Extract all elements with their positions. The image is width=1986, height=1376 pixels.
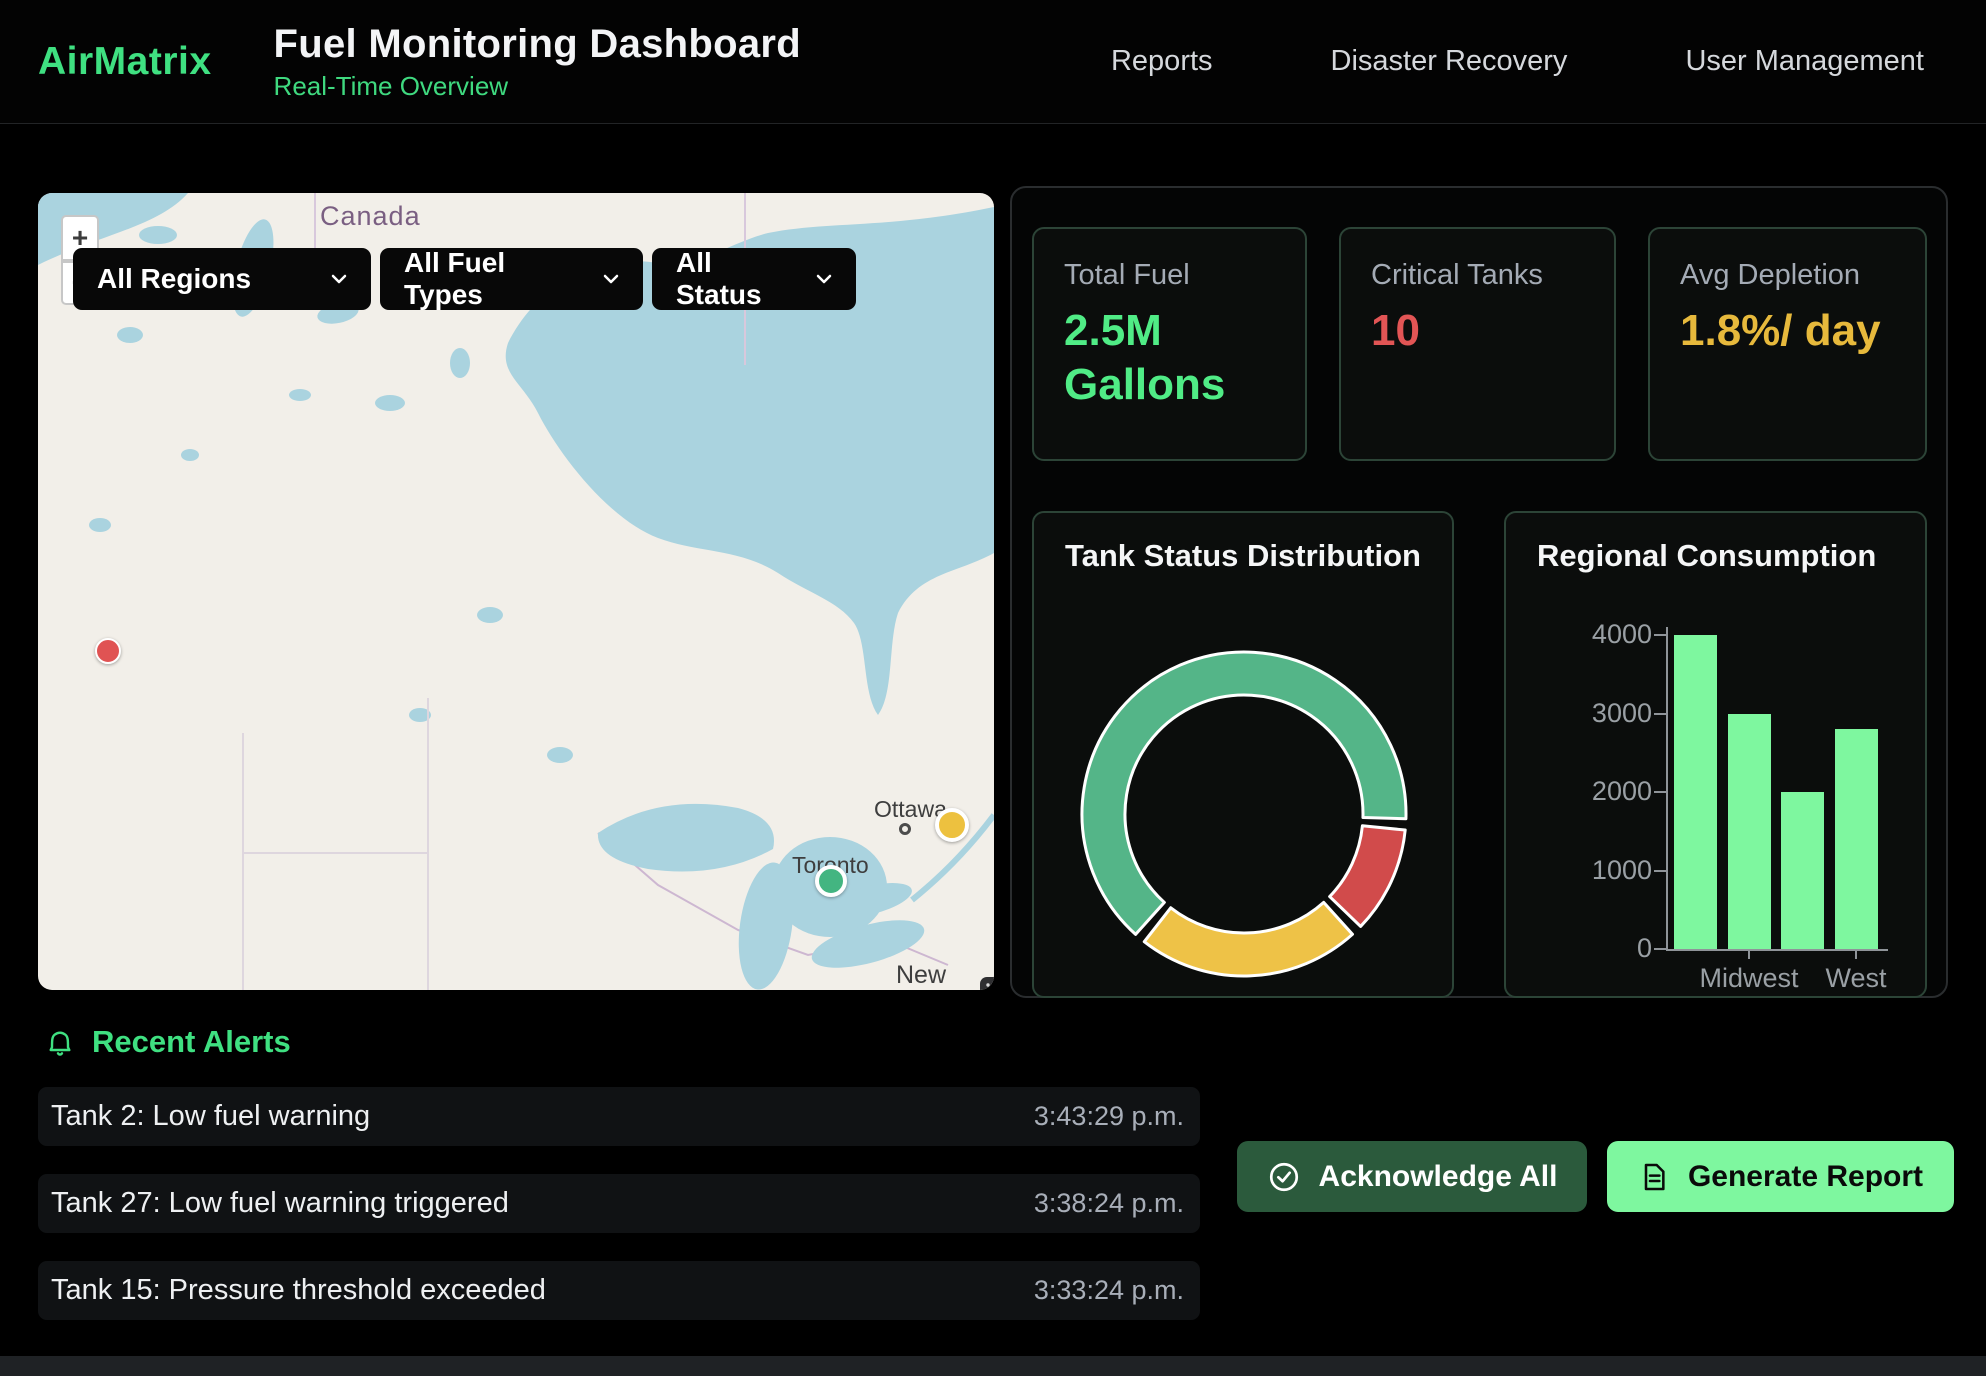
y-axis-tick-label: 0 [1542, 933, 1652, 964]
alert-row: Tank 2: Low fuel warning 3:43:29 p.m. [38, 1087, 1200, 1146]
stat-card-avg-depletion: Avg Depletion 1.8%/ day [1648, 227, 1927, 461]
y-axis-tick [1654, 713, 1666, 715]
bar-value-3000 [1728, 714, 1771, 950]
generate-report-label: Generate Report [1688, 1160, 1923, 1194]
stat-label: Avg Depletion [1680, 259, 1895, 292]
bar-value-4000 [1674, 635, 1717, 949]
stat-card-total-fuel: Total Fuel 2.5M Gallons [1032, 227, 1307, 461]
x-axis-tick [1748, 949, 1750, 959]
footer-bar [0, 1356, 1986, 1376]
fuel-type-filter-value: All Fuel Types [404, 247, 585, 311]
chevron-down-icon [601, 269, 621, 289]
tank-status-chart-card: Tank Status Distribution [1032, 511, 1454, 998]
y-axis-line [1666, 627, 1668, 949]
alert-timestamp: 3:38:24 p.m. [1034, 1188, 1184, 1219]
map-filter-row: All Regions All Fuel Types All Status [73, 248, 856, 310]
generate-report-button[interactable]: Generate Report [1607, 1141, 1954, 1212]
alert-timestamp: 3:33:24 p.m. [1034, 1275, 1184, 1306]
main-nav: Reports Disaster Recovery User Managemen… [1111, 45, 1924, 78]
bar-value-2800 [1835, 729, 1878, 949]
x-axis-tick [1855, 949, 1857, 959]
chevron-down-icon [329, 269, 349, 289]
tank-marker-warning[interactable] [935, 808, 969, 842]
bell-icon [44, 1026, 76, 1058]
regional-consumption-chart-card: Regional Consumption 01000200030004000Mi… [1504, 511, 1927, 998]
y-axis-tick-label: 4000 [1542, 619, 1652, 650]
overview-panel: Total Fuel 2.5M Gallons Critical Tanks 1… [1010, 186, 1948, 998]
alerts-header: Recent Alerts [44, 1024, 291, 1060]
donut-segment-red [1330, 826, 1406, 927]
alert-row: Tank 15: Pressure threshold exceeded 3:3… [38, 1261, 1200, 1320]
acknowledge-all-label: Acknowledge All [1319, 1160, 1558, 1194]
region-filter-select[interactable]: All Regions [73, 248, 371, 310]
x-axis-tick-label: West [1781, 963, 1927, 994]
status-filter-value: All Status [676, 247, 798, 311]
alert-text: Tank 27: Low fuel warning triggered [51, 1187, 509, 1220]
alert-text: Tank 15: Pressure threshold exceeded [51, 1274, 546, 1307]
alerts-title: Recent Alerts [92, 1024, 291, 1060]
nav-reports[interactable]: Reports [1111, 45, 1213, 78]
y-axis-tick [1654, 948, 1666, 950]
drag-handle-icon[interactable] [980, 977, 994, 990]
nav-user-management[interactable]: User Management [1685, 45, 1924, 78]
tank-map[interactable]: Canada + − All Regions All Fuel Types Al… [38, 193, 994, 990]
brand-logo: AirMatrix [38, 40, 212, 84]
alert-timestamp: 3:43:29 p.m. [1034, 1101, 1184, 1132]
fuel-monitoring-dashboard: AirMatrix Fuel Monitoring Dashboard Real… [0, 0, 1986, 1376]
y-axis-tick [1654, 791, 1666, 793]
donut-chart [1064, 634, 1424, 994]
acknowledge-all-button[interactable]: Acknowledge All [1237, 1141, 1587, 1212]
stat-card-critical-tanks: Critical Tanks 10 [1339, 227, 1616, 461]
tank-marker-critical[interactable] [95, 638, 121, 664]
page-title: Fuel Monitoring Dashboard [274, 22, 801, 67]
y-axis-tick-label: 2000 [1542, 776, 1652, 807]
chevron-down-icon [814, 269, 834, 289]
page-subtitle: Real-Time Overview [274, 71, 801, 102]
y-axis-tick-label: 1000 [1542, 855, 1652, 886]
stat-label: Critical Tanks [1371, 259, 1584, 292]
stat-value: 1.8%/ day [1680, 304, 1895, 358]
bar-value-2000 [1781, 792, 1824, 949]
tank-marker-normal[interactable] [815, 865, 847, 897]
alert-text: Tank 2: Low fuel warning [51, 1100, 370, 1133]
title-block: Fuel Monitoring Dashboard Real-Time Over… [274, 22, 801, 102]
nav-disaster-recovery[interactable]: Disaster Recovery [1331, 45, 1568, 78]
stat-value: 2.5M Gallons [1064, 304, 1275, 411]
document-icon [1638, 1161, 1670, 1193]
chart-title: Tank Status Distribution [1065, 538, 1421, 574]
fuel-type-filter-select[interactable]: All Fuel Types [380, 248, 643, 310]
stat-label: Total Fuel [1064, 259, 1275, 292]
stat-value: 10 [1371, 304, 1584, 358]
bar-chart: 01000200030004000MidwestWest [1506, 513, 1927, 998]
status-filter-select[interactable]: All Status [652, 248, 856, 310]
alert-row: Tank 27: Low fuel warning triggered 3:38… [38, 1174, 1200, 1233]
region-filter-value: All Regions [97, 263, 251, 295]
map-label-canada: Canada [320, 201, 421, 232]
donut-segment-yellow [1144, 902, 1352, 976]
y-axis-tick-label: 3000 [1542, 698, 1652, 729]
check-circle-icon [1267, 1160, 1301, 1194]
y-axis-tick [1654, 634, 1666, 636]
ottawa-city-dot [899, 823, 911, 835]
y-axis-tick [1654, 870, 1666, 872]
header: AirMatrix Fuel Monitoring Dashboard Real… [0, 0, 1986, 124]
